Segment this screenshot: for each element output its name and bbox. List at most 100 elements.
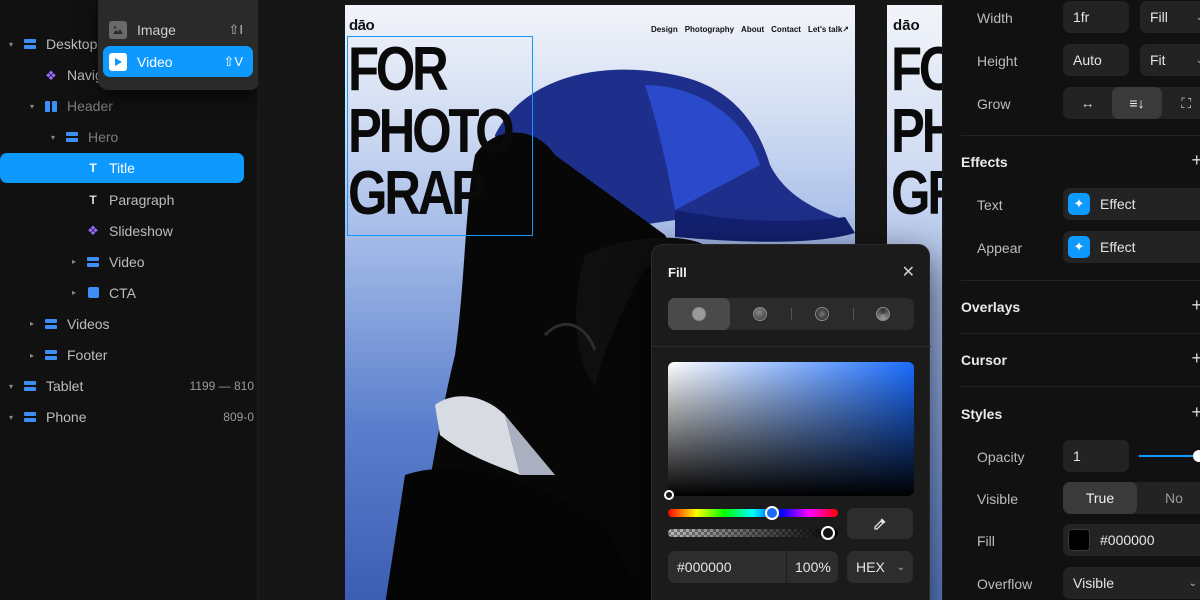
chevron-down-icon: ⌄ [896, 561, 905, 573]
opacity-value: 1 [1073, 448, 1081, 464]
fill-type-tabs [668, 298, 914, 330]
stack-icon [43, 316, 59, 332]
alpha-slider-handle[interactable] [821, 526, 835, 540]
color-mode-select[interactable]: HEX ⌄ [847, 551, 913, 583]
fill-color-value: #000000 [1100, 532, 1155, 548]
alpha-slider[interactable] [668, 529, 838, 537]
caret-icon[interactable]: ▸ [69, 257, 79, 266]
caret-icon[interactable]: ▾ [6, 413, 16, 422]
nav-design[interactable]: Design [651, 25, 678, 34]
layer-row-paragraph[interactable]: T Paragraph [0, 185, 244, 215]
layer-row-footer[interactable]: ▸ Footer [0, 340, 244, 370]
arrows-horizontal-icon: ↔ [1080, 95, 1095, 111]
fill-color-field[interactable]: #000000 [1063, 524, 1200, 556]
fill-type-conic[interactable] [852, 298, 915, 330]
sparkle-icon: ✦ [1068, 236, 1090, 258]
caret-icon[interactable]: ▸ [69, 288, 79, 297]
section-divider [961, 280, 1200, 281]
nav-contact[interactable]: Contact [771, 25, 801, 34]
layer-row-videos[interactable]: ▸ Videos [0, 309, 244, 339]
stack-icon [22, 36, 38, 52]
stack-icon [64, 129, 80, 145]
layer-row-hero[interactable]: ▾ Hero [0, 122, 244, 152]
solid-fill-icon [691, 307, 706, 321]
radial-gradient-icon [814, 307, 829, 321]
height-mode-select[interactable]: Fit ⌄ [1140, 44, 1200, 76]
caret-icon[interactable]: ▾ [27, 102, 37, 111]
section-divider [961, 333, 1200, 334]
layer-row-tablet[interactable]: ▾ Tablet 1199 — 810 [0, 371, 254, 401]
overflow-select[interactable]: Visible ⌄ [1063, 567, 1200, 599]
add-style-icon[interactable]: + [1191, 402, 1200, 423]
section-divider [961, 386, 1200, 387]
stack-icon [22, 409, 38, 425]
insert-image-item[interactable]: Image ⇧I [103, 14, 253, 45]
layers-panel: ▾Desktop❖Navigation▾Header▾HeroTTitleTPa… [0, 0, 260, 600]
effect-appear-label: Appear [977, 240, 1023, 256]
hex-color-input[interactable]: #000000 100% [668, 551, 838, 583]
height-input[interactable]: Auto [1063, 44, 1129, 76]
cursor-section-title: Cursor [961, 352, 1007, 368]
layer-label: Phone [46, 409, 87, 426]
opacity-slider[interactable] [1139, 455, 1200, 457]
hue-slider-handle[interactable] [765, 506, 779, 520]
breakpoint-range: 1199 — 810 [189, 379, 255, 394]
fill-label: Fill [977, 533, 995, 549]
grow-horizontal-option[interactable]: ↔ [1063, 87, 1112, 119]
saturation-value-picker[interactable] [668, 362, 914, 496]
nav-photography[interactable]: Photography [685, 25, 734, 34]
layer-row-phone[interactable]: ▾ Phone 809-0 [0, 402, 254, 432]
insert-image-shortcut: ⇧I [228, 21, 243, 37]
add-cursor-icon[interactable]: + [1191, 348, 1200, 369]
saturation-value-handle[interactable] [664, 490, 674, 500]
component-icon: ❖ [87, 223, 99, 239]
nav-about[interactable]: About [741, 25, 764, 34]
stack-icon [22, 378, 38, 394]
nav-lets-talk[interactable]: Let's talk↗ [808, 25, 849, 34]
layer-row-slideshow[interactable]: ❖ Slideshow [0, 216, 244, 246]
visible-true-option[interactable]: True [1063, 482, 1137, 514]
appear-effect-chip[interactable]: ✦ Effect [1063, 231, 1200, 263]
visible-false-option[interactable]: No [1137, 482, 1200, 514]
add-effect-icon[interactable]: + [1191, 150, 1200, 171]
fill-swatch[interactable] [1068, 529, 1090, 551]
caret-icon[interactable]: ▸ [27, 351, 37, 360]
opacity-input[interactable]: 1 [1063, 440, 1129, 472]
caret-icon[interactable]: ▾ [48, 133, 58, 142]
fill-type-linear[interactable] [730, 298, 792, 330]
hue-slider[interactable] [668, 509, 838, 517]
layer-label: Paragraph [109, 191, 175, 208]
overflow-label: Overflow [977, 576, 1033, 592]
grow-both-option[interactable]: ⛶ [1162, 87, 1200, 119]
design-canvas[interactable]: dāo Design Photography About Contact Let… [258, 0, 942, 600]
grow-vertical-option[interactable]: ≡↓ [1112, 87, 1162, 119]
selection-box[interactable] [347, 36, 533, 236]
close-icon[interactable]: ✕ [902, 262, 915, 282]
site-logo[interactable]: dāo [349, 17, 375, 34]
layer-row-video[interactable]: ▸ Video [0, 247, 244, 277]
fill-type-radial[interactable] [791, 298, 853, 330]
width-mode-select[interactable]: Fill ⌄ [1140, 1, 1200, 33]
layer-label: Desktop [46, 36, 98, 52]
width-input[interactable]: 1fr [1063, 1, 1129, 33]
caret-icon[interactable]: ▾ [6, 382, 16, 391]
hex-value[interactable]: #000000 [668, 559, 786, 575]
layer-label: CTA [109, 284, 136, 301]
add-overlay-icon[interactable]: + [1191, 295, 1200, 316]
eyedropper-button[interactable] [847, 508, 913, 539]
caret-icon[interactable]: ▾ [6, 40, 16, 49]
fill-type-solid[interactable] [668, 298, 730, 330]
chevron-down-icon: ⌄ [1195, 54, 1200, 66]
opacity-slider-handle[interactable] [1193, 450, 1200, 462]
insert-image-label: Image [137, 21, 176, 38]
component-icon: ❖ [45, 67, 57, 83]
layer-row-header[interactable]: ▾ Header [0, 91, 244, 121]
insert-video-item[interactable]: Video ⇧V [103, 46, 253, 77]
layer-row-title[interactable]: T Title [0, 153, 244, 184]
properties-panel: Width 1fr Fill ⌄ Height Auto Fit ⌄ Grow ↔ … [942, 0, 1200, 600]
fill-opacity-value[interactable]: 100% [786, 551, 831, 583]
insert-video-label: Video [137, 53, 173, 70]
layer-row-cta[interactable]: ▸ CTA [0, 278, 244, 308]
caret-icon[interactable]: ▸ [27, 319, 37, 328]
text-effect-chip[interactable]: ✦ Effect [1063, 188, 1200, 220]
